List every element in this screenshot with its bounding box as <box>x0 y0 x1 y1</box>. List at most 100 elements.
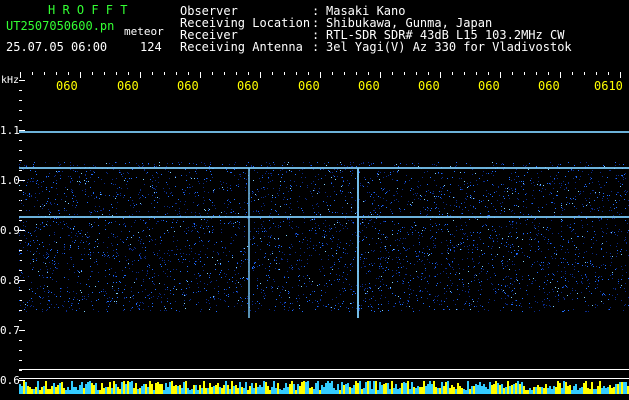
noise-pixel <box>274 281 275 282</box>
noise-pixel <box>553 198 554 199</box>
noise-pixel <box>334 200 335 201</box>
noise-pixel <box>141 258 142 259</box>
noise-pixel <box>423 303 424 304</box>
noise-pixel <box>37 288 38 289</box>
noise-pixel <box>321 295 322 296</box>
noise-pixel <box>91 227 92 228</box>
noise-pixel <box>622 275 623 276</box>
noise-pixel <box>541 262 542 263</box>
noise-pixel <box>207 248 208 249</box>
noise-pixel <box>578 263 579 264</box>
noise-pixel <box>317 306 318 307</box>
activity-bar <box>363 388 365 394</box>
noise-pixel <box>145 289 146 290</box>
noise-pixel <box>484 309 485 310</box>
noise-pixel <box>549 292 550 293</box>
noise-pixel <box>25 231 26 232</box>
noise-pixel <box>618 279 619 280</box>
noise-pixel <box>19 235 20 236</box>
noise-pixel <box>338 259 339 260</box>
noise-pixel <box>341 193 342 194</box>
noise-pixel <box>578 256 579 257</box>
noise-pixel <box>334 264 335 265</box>
noise-pixel <box>576 208 577 209</box>
noise-pixel <box>245 190 246 191</box>
noise-pixel <box>548 267 549 268</box>
noise-pixel <box>537 184 538 185</box>
noise-pixel <box>580 191 581 192</box>
noise-pixel <box>494 273 495 274</box>
noise-pixel <box>455 304 456 305</box>
noise-pixel <box>109 297 110 298</box>
noise-pixel <box>398 170 399 171</box>
noise-pixel <box>584 186 585 187</box>
noise-pixel <box>192 230 193 231</box>
noise-pixel <box>449 265 450 266</box>
noise-pixel <box>207 273 208 274</box>
noise-pixel <box>455 274 456 275</box>
noise-pixel <box>334 308 335 309</box>
noise-pixel <box>371 163 372 164</box>
noise-pixel <box>509 189 510 190</box>
noise-pixel <box>377 174 378 175</box>
noise-pixel <box>140 253 141 254</box>
noise-pixel <box>362 240 363 241</box>
noise-pixel <box>561 207 562 208</box>
activity-bar <box>247 390 249 394</box>
noise-pixel <box>323 201 324 202</box>
noise-pixel <box>430 210 431 211</box>
noise-pixel <box>92 174 93 175</box>
noise-pixel <box>275 239 276 240</box>
noise-pixel <box>413 311 414 312</box>
noise-pixel <box>422 236 423 237</box>
noise-pixel <box>343 252 344 253</box>
noise-pixel <box>486 196 487 197</box>
noise-pixel <box>330 273 331 274</box>
noise-pixel <box>353 162 354 163</box>
noise-pixel <box>167 276 168 277</box>
noise-pixel <box>417 300 418 301</box>
noise-pixel <box>152 269 153 270</box>
activity-bar <box>297 384 299 394</box>
noise-pixel <box>462 238 463 239</box>
noise-pixel <box>289 297 290 298</box>
noise-pixel <box>592 226 593 227</box>
activity-bar <box>33 389 35 394</box>
noise-pixel <box>343 181 344 182</box>
noise-pixel <box>373 192 374 193</box>
noise-pixel <box>126 297 127 298</box>
noise-pixel <box>81 292 82 293</box>
noise-pixel <box>219 215 220 216</box>
noise-pixel <box>340 190 341 191</box>
activity-bar <box>129 382 131 394</box>
noise-pixel <box>392 179 393 180</box>
noise-pixel <box>103 208 104 209</box>
noise-pixel <box>337 176 338 177</box>
noise-pixel <box>112 288 113 289</box>
noise-pixel <box>170 172 171 173</box>
noise-pixel <box>561 221 562 222</box>
activity-bar <box>107 387 109 394</box>
noise-pixel <box>474 198 475 199</box>
noise-pixel <box>351 166 352 167</box>
noise-pixel <box>450 184 451 185</box>
noise-pixel <box>568 190 569 191</box>
noise-pixel <box>534 296 535 297</box>
noise-pixel <box>272 251 273 252</box>
noise-pixel <box>565 271 566 272</box>
noise-pixel <box>609 195 610 196</box>
noise-pixel <box>254 262 255 263</box>
activity-bar <box>201 388 203 394</box>
noise-pixel <box>422 252 423 253</box>
noise-pixel <box>464 181 465 182</box>
noise-pixel <box>47 201 48 202</box>
noise-pixel <box>618 281 619 282</box>
noise-pixel <box>539 248 540 249</box>
noise-pixel <box>591 178 592 179</box>
noise-pixel <box>145 250 146 251</box>
noise-pixel <box>561 292 562 293</box>
noise-pixel <box>569 203 570 204</box>
noise-pixel <box>403 247 404 248</box>
noise-pixel <box>568 182 569 183</box>
noise-pixel <box>523 183 524 184</box>
